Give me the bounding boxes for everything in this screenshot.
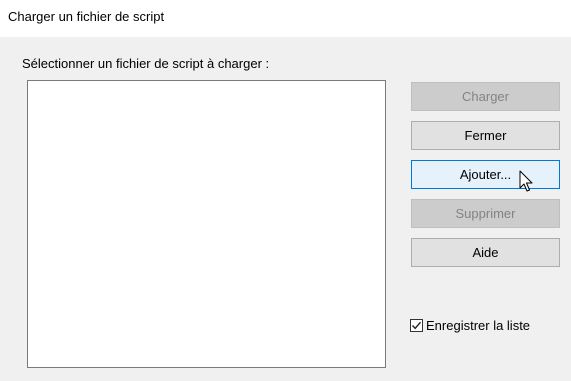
- instruction-label: Sélectionner un fichier de script à char…: [22, 56, 270, 71]
- load-button[interactable]: Charger: [411, 82, 560, 111]
- window-title: Charger un fichier de script: [8, 9, 165, 24]
- save-list-label: Enregistrer la liste: [426, 318, 531, 333]
- title-bar: Charger un fichier de script: [0, 0, 571, 37]
- add-button[interactable]: Ajouter...: [411, 160, 560, 189]
- remove-button[interactable]: Supprimer: [411, 199, 560, 228]
- save-list-checkbox[interactable]: [410, 319, 423, 332]
- help-button[interactable]: Aide: [411, 238, 560, 267]
- script-file-list[interactable]: [27, 80, 386, 368]
- close-button[interactable]: Fermer: [411, 121, 560, 150]
- save-list-option[interactable]: Enregistrer la liste: [410, 318, 530, 333]
- checkmark-icon: [411, 321, 422, 330]
